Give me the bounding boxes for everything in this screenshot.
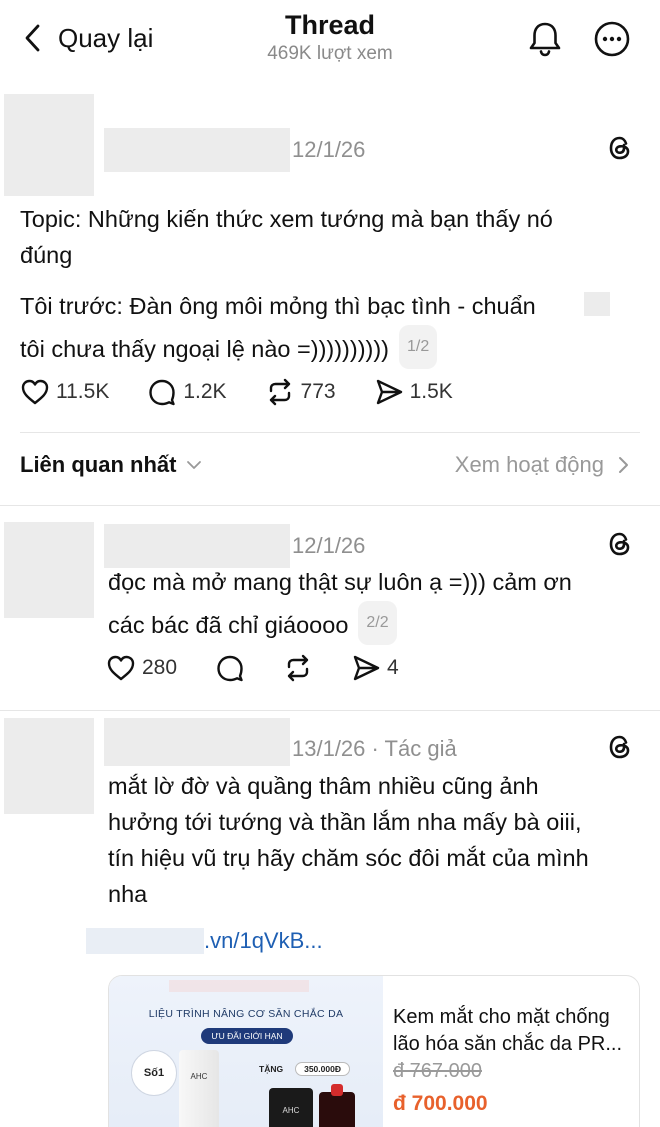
username[interactable] xyxy=(104,524,290,568)
like-button[interactable]: 11.5K xyxy=(20,377,109,407)
sort-label: Liên quan nhất xyxy=(20,452,177,477)
comment-button[interactable]: 1.2K xyxy=(147,377,227,407)
chevron-down-icon xyxy=(187,461,202,469)
gift-value: 350.000Đ xyxy=(295,1062,350,1076)
chevron-right-icon xyxy=(619,457,628,473)
heart-icon xyxy=(107,655,135,681)
repost-button[interactable]: 773 xyxy=(265,377,336,407)
username[interactable] xyxy=(104,718,290,766)
product-jar: AHC xyxy=(269,1088,313,1127)
post-topic-line: Topic: Những kiến thức xem tướng mà bạn … xyxy=(20,206,553,232)
post-topic-line: đúng xyxy=(20,242,73,268)
comment-icon xyxy=(149,379,176,406)
gift-text: TẶNG xyxy=(259,1064,284,1074)
heart-icon xyxy=(21,379,49,405)
blurred-link-prefix xyxy=(86,928,204,954)
post-date: 12/1/26 xyxy=(292,137,366,162)
bell-icon[interactable] xyxy=(526,20,564,58)
product-bottle xyxy=(319,1084,355,1127)
avatar[interactable] xyxy=(4,522,94,618)
repost-icon xyxy=(287,654,309,682)
sort-row: Liên quan nhất Xem hoạt động xyxy=(20,452,640,486)
post-actions: 11.5K 1.2K 773 1.5K xyxy=(20,377,453,407)
repost-count: 773 xyxy=(300,380,336,403)
post-body-line: tôi chưa thấy ngoại lệ nào =)))))))))) 1… xyxy=(20,325,438,371)
share-button[interactable]: 1.5K xyxy=(374,377,453,407)
top-bar: Quay lại Thread 469K lượt xem xyxy=(0,0,660,80)
view-activity-label: Xem hoạt động xyxy=(454,452,604,477)
blurred-emoji xyxy=(584,292,610,316)
reply-text-line: tín hiệu vũ trụ hãy chăm sóc đôi mắt của… xyxy=(108,845,589,871)
view-activity-link[interactable]: Xem hoạt động xyxy=(455,452,630,478)
send-icon xyxy=(353,655,380,681)
link-text: .vn/1qVkB... xyxy=(204,928,323,953)
divider xyxy=(0,710,660,711)
product-image: LIỆU TRÌNH NÂNG CƠ SĂN CHẮC DA ƯU ĐÃI GI… xyxy=(109,976,383,1127)
more-options-icon[interactable] xyxy=(594,21,630,57)
product-old-price: đ 767.000 xyxy=(393,1060,482,1082)
share-button[interactable]: 4 xyxy=(351,653,399,683)
threads-logo-icon xyxy=(609,532,630,556)
avatar[interactable] xyxy=(4,718,94,814)
product-card[interactable]: LIỆU TRÌNH NÂNG CƠ SĂN CHẮC DA ƯU ĐÃI GI… xyxy=(108,975,640,1127)
product-brand: AHC xyxy=(190,1072,208,1081)
reply-text-line: các bác đã chỉ giáoooo 2/2 xyxy=(108,601,397,647)
reply-date: 12/1/26 xyxy=(292,533,366,558)
reply-text-line: mắt lờ đờ và quầng thâm nhiều cũng ảnh xyxy=(108,773,539,799)
like-count: 11.5K xyxy=(56,380,110,403)
image-banner xyxy=(169,980,309,992)
repost-icon xyxy=(269,378,290,406)
post-body-line: Tôi trước: Đàn ông môi mỏng thì bạc tình… xyxy=(20,293,536,319)
gift-label: TẶNG 350.000Đ xyxy=(259,1062,350,1076)
thread-counter: 2/2 xyxy=(358,601,397,645)
product-link[interactable]: .vn/1qVkB... xyxy=(86,928,323,954)
product-price: đ 700.000 xyxy=(393,1092,488,1115)
repost-button[interactable] xyxy=(283,653,313,683)
share-count: 4 xyxy=(387,656,399,679)
image-badge: Số1 xyxy=(131,1050,177,1096)
reply-text: các bác đã chỉ giáoooo xyxy=(108,612,349,638)
like-button[interactable]: 280 xyxy=(106,653,177,683)
reply-text-line: đọc mà mở mang thật sự luôn ạ =))) cảm ơ… xyxy=(108,569,572,595)
sort-dropdown[interactable]: Liên quan nhất xyxy=(20,452,202,478)
reply-text-line: hưởng tới tướng và thần lắm nha mấy bà o… xyxy=(108,809,582,835)
comment-button[interactable] xyxy=(215,653,245,683)
threads-logo-icon xyxy=(609,735,630,759)
thread-counter: 1/2 xyxy=(399,325,438,369)
like-count: 280 xyxy=(142,656,178,679)
username[interactable] xyxy=(104,128,290,172)
image-promo-pill: ƯU ĐÃI GIỚI HẠN xyxy=(201,1028,293,1044)
image-heading: LIỆU TRÌNH NÂNG CƠ SĂN CHẮC DA xyxy=(148,1008,344,1020)
post-body-text: tôi chưa thấy ngoại lệ nào =)))))))))) xyxy=(20,336,390,362)
product-name: Kem mắt cho mặt chống lão hóa săn chắc d… xyxy=(393,1006,623,1055)
product-tube: AHC xyxy=(179,1050,219,1127)
comment-icon xyxy=(217,655,243,682)
send-icon xyxy=(376,379,402,405)
divider xyxy=(20,432,640,433)
avatar[interactable] xyxy=(4,94,94,196)
threads-logo-icon xyxy=(609,136,630,160)
comment-count: 1.2K xyxy=(183,380,227,403)
reply-text-line: nha xyxy=(108,881,148,907)
reply-date: 13/1/26 · Tác giả xyxy=(292,736,457,761)
reply-actions: 280 4 xyxy=(106,653,399,683)
product-brand: AHC xyxy=(282,1106,300,1115)
share-count: 1.5K xyxy=(409,380,453,403)
divider xyxy=(0,505,660,506)
